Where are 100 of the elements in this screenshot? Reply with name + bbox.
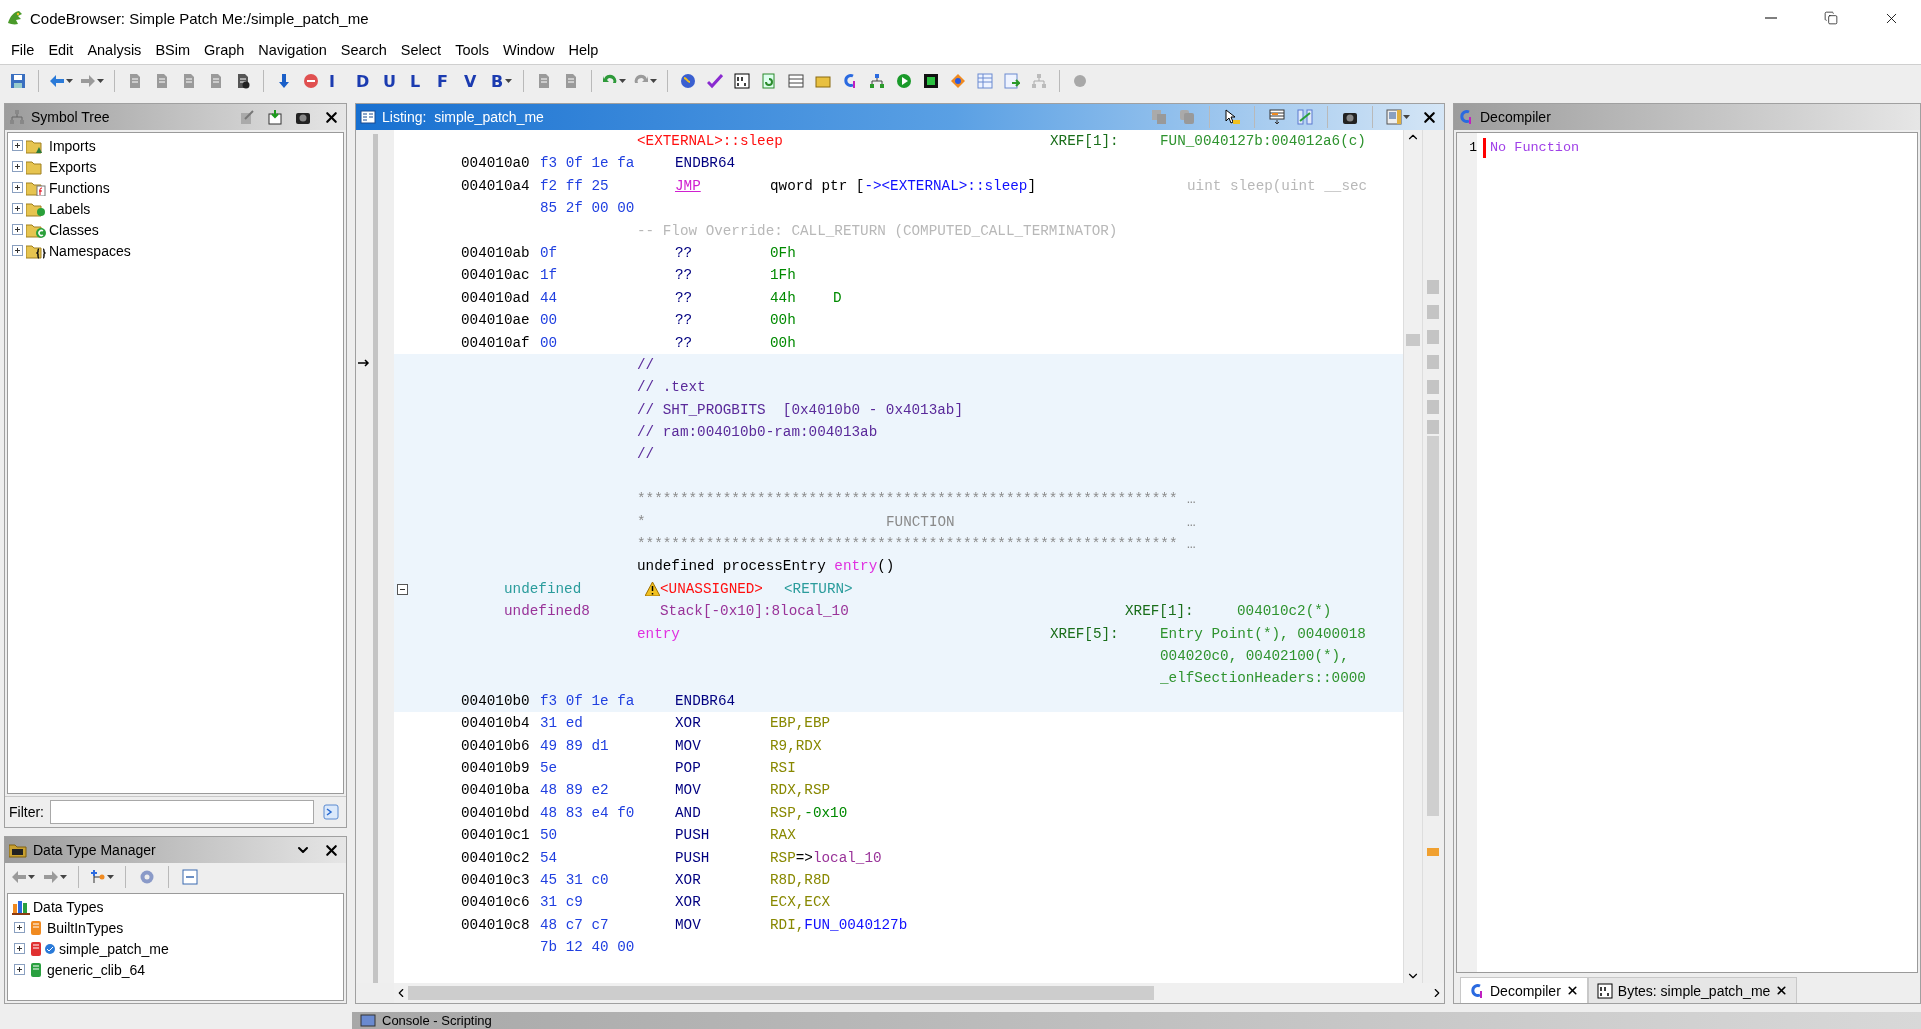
toolbar-button[interactable]: D	[353, 69, 377, 93]
xref-text: 004020c0, 00402100(*),	[1160, 647, 1349, 666]
menu-item[interactable]: Analysis	[80, 42, 149, 58]
toolbar-button[interactable]: U	[380, 69, 404, 93]
toolbar-button[interactable]: F	[434, 69, 458, 93]
folder-icon	[26, 200, 46, 217]
menu-item[interactable]: Window	[496, 42, 562, 58]
expand-toggle[interactable]	[14, 922, 25, 933]
branch-icon	[90, 869, 106, 885]
caret-icon	[66, 79, 73, 83]
menu-item[interactable]: Tools	[448, 42, 496, 58]
bytes-text: 48 c7 c7	[540, 915, 609, 935]
panel-header: Decompiler	[1454, 104, 1920, 130]
operand-text: R8D,R8D	[770, 870, 831, 890]
bytes-text: 5e	[540, 758, 558, 778]
expand-toggle[interactable]	[14, 943, 25, 954]
book-check-icon	[28, 940, 56, 957]
operand-text: RSP,-0x10	[770, 803, 848, 823]
expand-toggle[interactable]	[12, 203, 23, 214]
address-text: 004010c8	[461, 915, 530, 935]
tree-item[interactable]: BuiltInTypes	[47, 919, 124, 936]
toolbar-button[interactable]: V	[461, 69, 485, 93]
panel-tab[interactable]: Bytes: simple_patch_me	[1587, 977, 1798, 1003]
menu-item[interactable]: File	[4, 42, 42, 58]
tree-item[interactable]: Imports	[49, 137, 96, 154]
copy-icon	[1179, 109, 1195, 125]
tree-item[interactable]: Functions	[49, 179, 110, 196]
mnemonic-text: MOV	[675, 915, 701, 935]
operand-text: 44h	[770, 288, 796, 308]
tree-item[interactable]: Namespaces	[49, 242, 131, 259]
bytes-text: 31 c9	[540, 893, 583, 913]
menu-item[interactable]: BSim	[148, 42, 198, 58]
scroll-thumb[interactable]	[408, 986, 1155, 1000]
operand-text: RAX	[770, 826, 796, 846]
toolbar-button[interactable]: I	[326, 69, 350, 93]
collapse-icon	[182, 869, 198, 885]
bytes-text: f3 0f 1e fa	[540, 154, 635, 174]
toolbar-button[interactable]: L	[407, 69, 431, 93]
comment-text: //	[637, 445, 655, 465]
close-icon[interactable]	[1565, 984, 1579, 997]
page-icon	[154, 73, 170, 89]
dragon-icon	[6, 9, 24, 27]
close-icon[interactable]	[1775, 984, 1789, 997]
menu-item[interactable]: Graph	[197, 42, 252, 58]
expand-toggle[interactable]	[14, 964, 25, 975]
menu-item[interactable]: Edit	[41, 42, 81, 58]
diff-button[interactable]	[1294, 106, 1316, 128]
tree-item[interactable]: simple_patch_me	[59, 940, 169, 957]
bytes-text: f2 ff 25	[540, 176, 609, 196]
mnemonic-text: PUSH	[675, 848, 710, 868]
right-arrow-icon	[43, 869, 59, 885]
vertical-scrollbar[interactable]	[1403, 130, 1422, 983]
xref-text: Entry Point(*), 00400018	[1160, 624, 1366, 644]
mnemonic-text: POP	[675, 758, 701, 778]
address-text: 004010ab	[461, 243, 530, 263]
expand-toggle[interactable]	[12, 161, 23, 172]
mnemonic-text: JMP	[675, 176, 701, 196]
menu-item[interactable]: Search	[333, 42, 394, 58]
xref-text: FUN_0040127b:004012a6(c)	[1160, 132, 1366, 151]
diamond-icon	[950, 73, 967, 89]
tree-item[interactable]: Classes	[49, 221, 99, 238]
menu-item[interactable]: Help	[561, 42, 606, 58]
operand-text: RDX,RSP	[770, 781, 831, 801]
operand-text: RDI,FUN_0040127b	[770, 915, 908, 935]
operand-text: EBP,EBP	[770, 714, 831, 734]
menu-item[interactable]: Navigation	[251, 42, 334, 58]
folder-icon	[26, 221, 46, 238]
comment-text: -- Flow Override: CALL_RETURN (COMPUTED_CALL_TERMINATOR)	[637, 221, 1118, 241]
toolbar-button[interactable]: B	[488, 69, 516, 93]
bytes-text: 49 89 d1	[540, 736, 609, 756]
expand-toggle[interactable]	[12, 245, 23, 256]
left-arrow-icon	[49, 73, 65, 89]
filter-options-button[interactable]	[320, 801, 342, 823]
copy-icon	[1151, 109, 1167, 125]
menu-item[interactable]: Select	[393, 42, 449, 58]
scroll-thumb[interactable]	[1406, 334, 1420, 346]
storage-text: <UNASSIGNED>	[660, 579, 763, 599]
console-tab[interactable]: Console - Scripting	[352, 1012, 1921, 1029]
tree-item[interactable]: Labels	[49, 200, 91, 217]
expand-toggle[interactable]	[12, 224, 23, 235]
char-text: D	[833, 288, 842, 308]
expand-toggle[interactable]	[12, 140, 23, 151]
restore-icon	[1824, 11, 1838, 25]
address-text: 004010a0	[461, 154, 530, 174]
bytes-text: 0f	[540, 243, 558, 263]
mnemonic-text: ??	[675, 243, 693, 263]
mnemonic-text: ENDBR64	[675, 691, 736, 711]
tree-item[interactable]: Exports	[49, 158, 97, 175]
folder-icon	[815, 73, 832, 89]
panel-tab[interactable]: Decompiler	[1460, 977, 1588, 1003]
expand-toggle[interactable]	[12, 182, 23, 193]
pencil-icon	[239, 109, 255, 125]
tree-item[interactable]: generic_clib_64	[47, 961, 146, 978]
tree-item[interactable]: Data Types	[33, 898, 104, 915]
book-icon	[28, 961, 44, 978]
bytes-text: 54	[540, 848, 558, 868]
collapse-toggle[interactable]	[397, 583, 408, 595]
page-icon	[235, 73, 251, 89]
mnemonic-text: ??	[675, 333, 693, 353]
filter-field[interactable]	[50, 800, 314, 824]
